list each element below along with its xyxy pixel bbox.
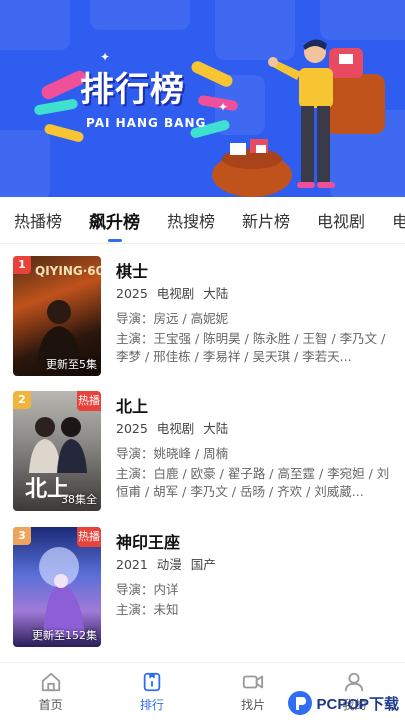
episode-status: 更新至5集 — [46, 358, 97, 371]
poster-image[interactable]: 3 热播 更新至152集 — [13, 527, 101, 647]
tab-new-release[interactable]: 新片榜 — [242, 208, 290, 232]
nav-home[interactable]: 首页 — [0, 663, 101, 720]
rank-badge: 1 — [13, 256, 31, 274]
item-meta: 2021 动漫 国产 — [116, 553, 391, 577]
item-year: 2025 — [116, 421, 148, 436]
item-title[interactable]: 神印王座 — [116, 529, 391, 553]
person-illustration — [268, 39, 385, 188]
episode-status: 更新至152集 — [32, 629, 97, 642]
watermark: PCPOP下载 — [287, 690, 399, 716]
item-region: 大陆 — [203, 421, 229, 436]
episode-status: 38集全 — [61, 493, 97, 506]
home-icon — [41, 672, 60, 691]
ranking-list-item[interactable]: 3 热播 更新至152集 神印王座 2021 动漫 国产 导演：内详 主演：未知 — [13, 527, 393, 649]
nav-ranking[interactable]: 排行 — [101, 663, 202, 720]
tab-hot-search[interactable]: 热搜榜 — [167, 208, 215, 232]
item-type: 电视剧 — [156, 421, 195, 436]
item-title[interactable]: 棋士 — [116, 258, 391, 282]
tab-movie[interactable]: 电影 — [392, 208, 405, 232]
ranking-tabs: 热播榜 飙升榜 热搜榜 新片榜 电视剧 电影 — [0, 197, 405, 243]
poster-figure — [39, 547, 85, 637]
hot-badge: 热播 — [77, 527, 101, 547]
item-meta: 2025 电视剧 大陆 — [116, 282, 391, 306]
item-type: 动漫 — [156, 557, 182, 572]
item-region: 国产 — [190, 557, 216, 572]
ranking-list-item[interactable]: 北上 2 热播 38集全 北上 2025 电视剧 大陆 导演：姚晓峰 / 周楠 … — [13, 391, 393, 513]
item-director: 导演：内详 — [116, 582, 179, 597]
item-region: 大陆 — [203, 286, 229, 301]
hot-badge: 热播 — [77, 391, 101, 411]
nav-label: 首页 — [38, 697, 63, 712]
item-meta: 2025 电视剧 大陆 — [116, 417, 391, 441]
sparkle-icon: ✦ — [100, 50, 111, 64]
poster-figure — [29, 417, 87, 473]
rank-badge: 3 — [13, 527, 31, 545]
nav-label: 找片 — [241, 697, 266, 712]
ranking-list-item[interactable]: QIYING·60 1 更新至5集 棋士 2025 电视剧 大陆 导演：房远 /… — [13, 256, 393, 378]
ranking-banner: 排行榜 PAI HANG BANG ✦ ✦ — [0, 0, 405, 197]
item-year: 2025 — [116, 286, 148, 301]
tab-rising[interactable]: 飙升榜 — [89, 208, 140, 242]
item-director: 导演：姚晓峰 / 周楠 — [116, 446, 229, 461]
tab-hot-play[interactable]: 热播榜 — [14, 208, 62, 232]
item-cast: 主演：未知 — [116, 602, 179, 617]
rank-badge: 2 — [13, 391, 31, 409]
watermark-text: PCPOP下载 — [316, 695, 399, 713]
tabs-divider — [0, 243, 405, 244]
item-title[interactable]: 北上 — [116, 393, 391, 417]
banner-title: 排行榜 — [80, 70, 185, 110]
item-cast: 主演：白鹿 / 欧豪 / 翟子路 / 高至霆 / 李宛妲 / 刘恒甫 / 胡军 … — [116, 466, 390, 499]
poster-image[interactable]: 北上 2 热播 38集全 — [13, 391, 101, 511]
item-director: 导演：房远 / 高妮妮 — [116, 311, 229, 326]
active-tab-indicator — [107, 238, 122, 242]
banner-subtitle: PAI HANG BANG — [86, 116, 207, 130]
poster-title-art: QIYING·60 — [35, 264, 101, 278]
tab-tv-series[interactable]: 电视剧 — [317, 208, 365, 232]
video-icon — [243, 675, 264, 688]
item-type: 电视剧 — [156, 286, 195, 301]
nav-label: 排行 — [139, 697, 164, 712]
ranking-icon — [143, 672, 161, 691]
poster-image[interactable]: QIYING·60 1 更新至5集 — [13, 256, 101, 376]
sparkle-icon: ✦ — [218, 100, 229, 114]
watermark-logo-icon — [288, 691, 313, 715]
item-cast: 主演：王宝强 / 陈明昊 / 陈永胜 / 王智 / 李乃文 / 李梦 / 邢佳栋… — [116, 331, 386, 364]
item-year: 2021 — [116, 557, 148, 572]
